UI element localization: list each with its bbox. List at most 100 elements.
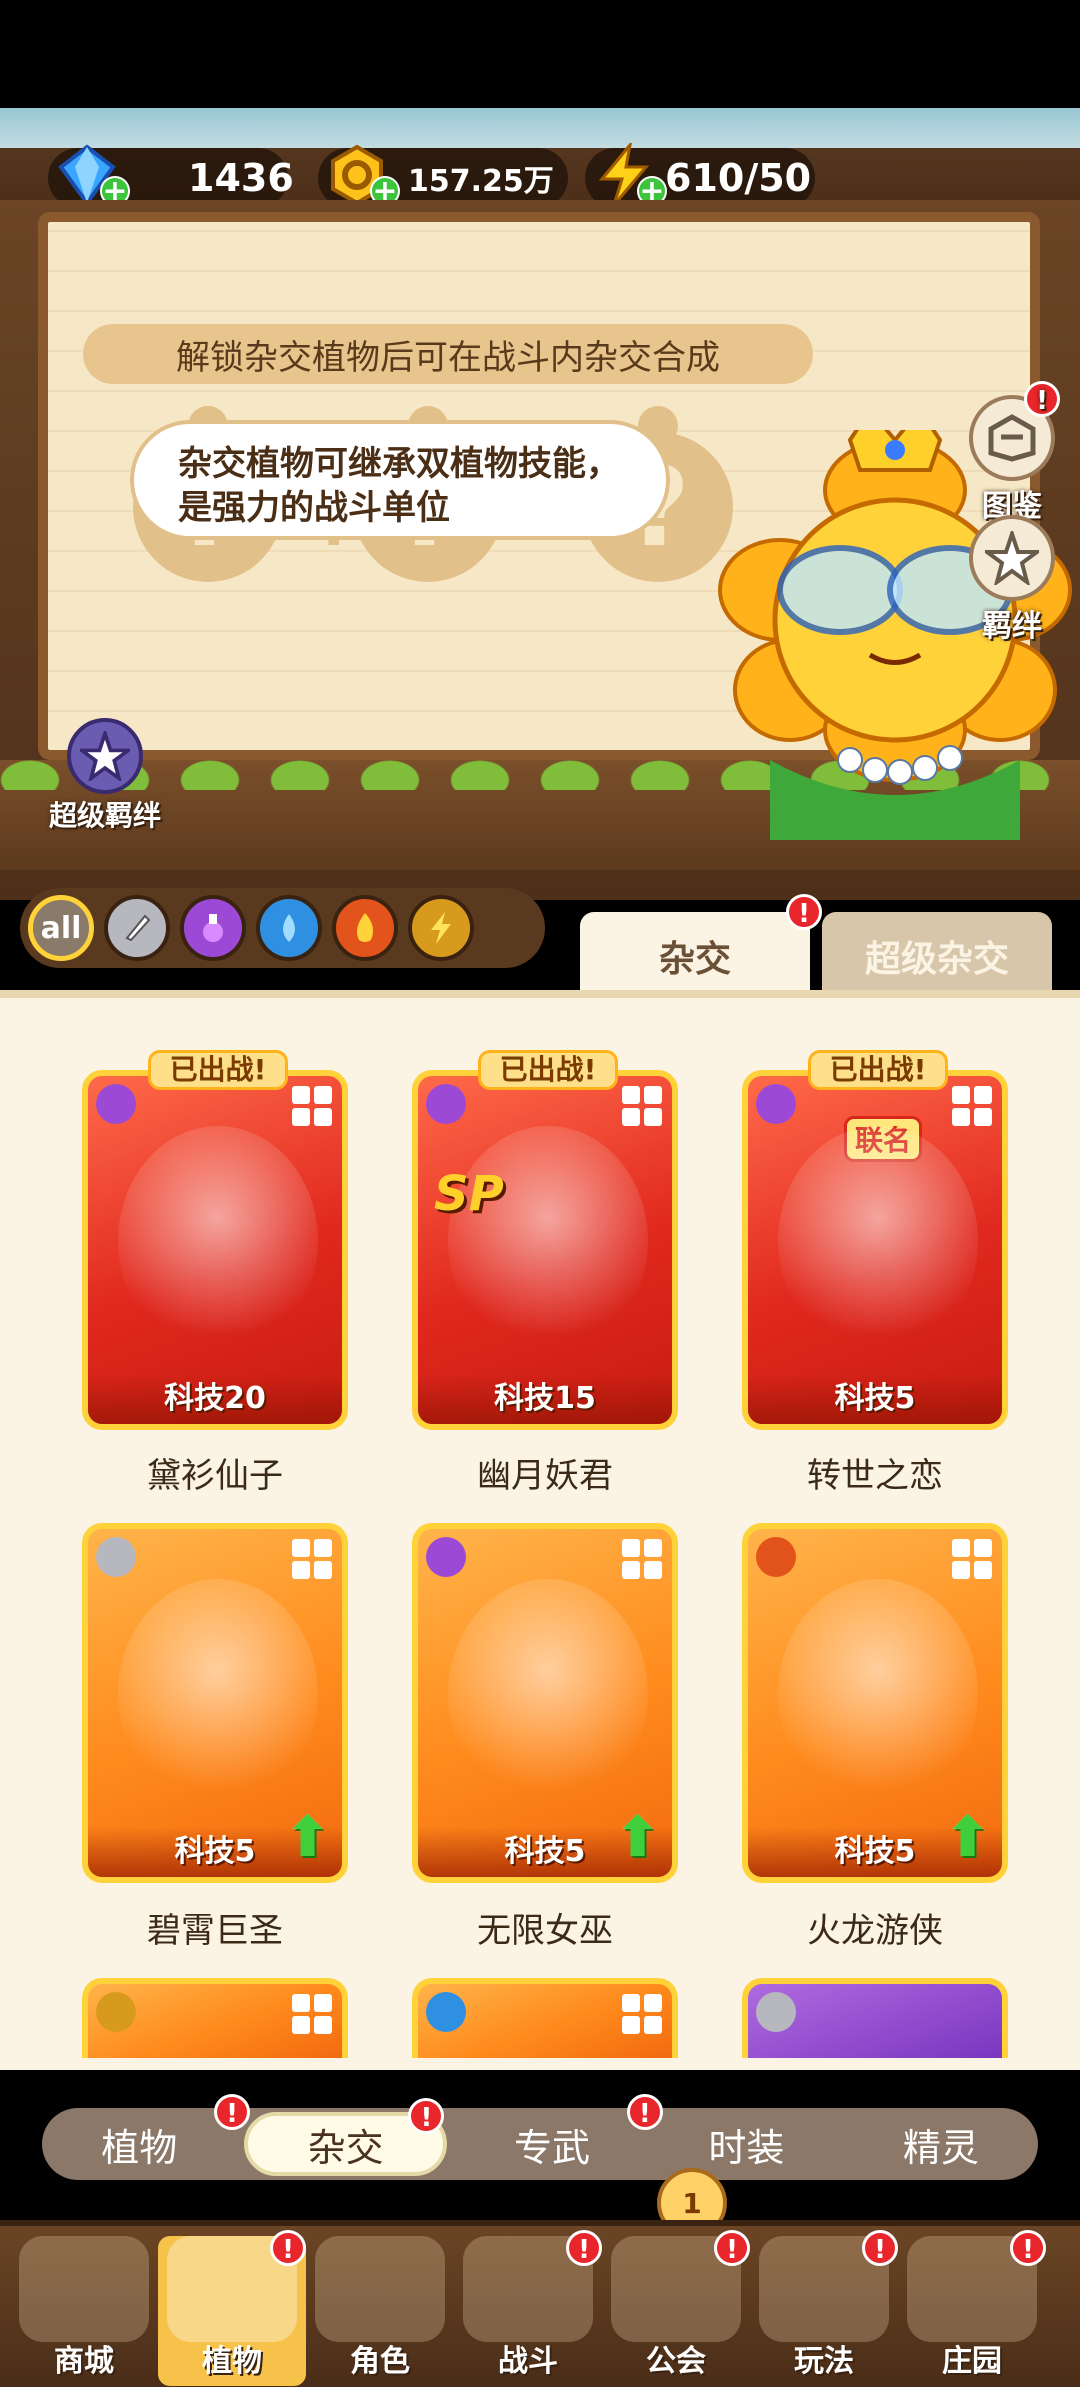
plant-name: 火龙游侠 xyxy=(807,1911,943,1951)
lightning-icon[interactable] xyxy=(408,895,474,961)
grid-icon xyxy=(622,1539,662,1579)
tab-hybrid-label: 杂交 xyxy=(658,939,731,980)
deployed-tag: 已出战! xyxy=(478,1050,618,1090)
tab-hybrid-section-label: 杂交 xyxy=(307,2125,384,2170)
character-art xyxy=(118,1579,318,1809)
nav-plants-label: 植物 xyxy=(202,2344,262,2379)
nav-gameplay[interactable]: 玩法 ! xyxy=(750,2230,898,2386)
tab-super-hybrid[interactable]: 超级杂交 xyxy=(822,912,1052,1000)
sword-icon xyxy=(96,1537,136,1577)
character-art xyxy=(448,1126,648,1356)
tab-plants[interactable]: 植物 ! xyxy=(42,2094,250,2180)
nav-character[interactable]: 角色 xyxy=(306,2236,454,2386)
plant-name: 幽月妖君 xyxy=(477,1456,613,1496)
plant-card[interactable]: SP 科技15 xyxy=(412,1070,678,1430)
sky-strip xyxy=(0,108,1080,148)
codex-button[interactable]: 图鉴 ! xyxy=(962,381,1062,524)
tab-plants-label: 植物 xyxy=(101,2125,178,2170)
plant-card[interactable]: 科技20 xyxy=(82,1070,348,1430)
character-art xyxy=(118,1126,318,1356)
upgrade-arrow-icon[interactable]: ⬆ xyxy=(944,1810,994,1869)
coin-counter[interactable]: + 157.25万 xyxy=(318,144,568,208)
grid-icon xyxy=(952,1086,992,1126)
nav-manor-label: 庄园 xyxy=(942,2344,1002,2379)
fire-icon[interactable] xyxy=(332,895,398,961)
bond-button[interactable]: 羁绊 xyxy=(962,515,1062,644)
nav-shop[interactable]: 商城 xyxy=(10,2236,158,2386)
tab-hybrid-section[interactable]: 杂交 ! xyxy=(244,2098,447,2176)
potion-icon xyxy=(756,1084,796,1124)
plants-alert-badge: ! xyxy=(214,2094,250,2130)
character-art xyxy=(448,1579,648,1809)
tab-fashion[interactable]: 时装 xyxy=(649,2108,843,2180)
tech-level: 科技5 xyxy=(748,1374,1002,1424)
potion-icon xyxy=(426,1537,466,1577)
element-filter-bar: all xyxy=(20,888,545,968)
speech-bubble: 杂交植物可继承双植物技能，是强力的战斗单位 xyxy=(130,420,670,540)
plant-card[interactable]: 科技5 ⬆ xyxy=(82,1523,348,1883)
plant-name: 转世之恋 xyxy=(807,1456,943,1496)
plant-card-panel: 科技20 已出战! 黛衫仙子 SP 科技15 已出战! 幽月妖君 联名 科技5 … xyxy=(0,990,1080,2070)
nav-plants[interactable]: 植物 ! xyxy=(158,2230,306,2386)
tech-level: 科技20 xyxy=(88,1374,342,1424)
tab-exclusive-weapon[interactable]: 专武 ! xyxy=(455,2094,663,2180)
gem-counter[interactable]: + 1436 xyxy=(48,144,294,208)
plant-name: 黛衫仙子 xyxy=(147,1456,283,1496)
sword-icon xyxy=(756,1992,796,2032)
upgrade-arrow-icon[interactable]: ⬆ xyxy=(614,1810,664,1869)
nav-shop-label: 商城 xyxy=(54,2344,114,2379)
potion-icon[interactable] xyxy=(180,895,246,961)
hybrid-section-alert-badge: ! xyxy=(408,2098,445,2134)
plant-card[interactable] xyxy=(412,1978,678,2058)
sword-icon[interactable] xyxy=(104,895,170,961)
nav-manor-alert-badge: ! xyxy=(1010,2230,1046,2266)
super-bond-label: 超级羁绊 xyxy=(48,799,161,832)
water-drop-icon[interactable] xyxy=(256,895,322,961)
nav-battle[interactable]: 战斗 ! xyxy=(454,2230,602,2386)
potion-icon xyxy=(426,1084,466,1124)
tab-spirit-label: 精灵 xyxy=(902,2125,979,2170)
nav-plants-alert-badge: ! xyxy=(270,2230,306,2266)
tab-fashion-label: 时装 xyxy=(708,2125,785,2170)
bond-label: 羁绊 xyxy=(982,609,1042,644)
energy-amount: 610/50 xyxy=(665,156,812,200)
bottom-navigation: 商城 植物 ! 角色 战斗 ! 公会 ! 玩法 ! 庄园 ! xyxy=(0,2220,1080,2387)
super-bond-button[interactable]: 超级羁绊 xyxy=(40,718,170,832)
plant-card[interactable]: 科技5 ⬆ xyxy=(742,1523,1008,1883)
fire-icon xyxy=(756,1537,796,1577)
nav-battle-alert-badge: ! xyxy=(566,2230,602,2266)
potion-icon xyxy=(96,1084,136,1124)
section-tab-bar: 植物 ! 杂交 ! 专武 ! 时装 精灵 xyxy=(42,2094,1038,2180)
tab-super-hybrid-label: 超级杂交 xyxy=(864,939,1009,980)
tab-exclusive-weapon-label: 专武 xyxy=(514,2125,591,2170)
grid-icon xyxy=(622,1994,662,2034)
water-drop-icon xyxy=(426,1992,466,2032)
filter-all[interactable]: all xyxy=(28,895,94,961)
energy-counter[interactable]: + 610/50 xyxy=(585,143,815,208)
coin-amount: 157.25万 xyxy=(408,164,554,199)
codex-alert-badge: ! xyxy=(1024,381,1060,417)
filter-all-label: all xyxy=(40,910,82,946)
plant-card[interactable] xyxy=(742,1978,1008,2058)
plant-card[interactable]: 联名 科技5 xyxy=(742,1070,1008,1430)
plant-name: 碧霄巨圣 xyxy=(147,1911,283,1951)
tab-hybrid[interactable]: 杂交 ! xyxy=(580,894,822,1000)
tech-level: 科技15 xyxy=(418,1374,672,1424)
nav-guild[interactable]: 公会 ! xyxy=(602,2230,750,2386)
shop-icon xyxy=(19,2236,149,2342)
plant-card[interactable] xyxy=(82,1978,348,2058)
star-icon xyxy=(969,515,1055,601)
nav-guild-label: 公会 xyxy=(646,2344,706,2379)
character-icon xyxy=(315,2236,445,2342)
deployed-tag: 已出战! xyxy=(808,1050,948,1090)
gem-amount: 1436 xyxy=(188,156,294,200)
plant-card[interactable]: 科技5 ⬆ xyxy=(412,1523,678,1883)
character-art xyxy=(778,1126,978,1356)
nav-character-label: 角色 xyxy=(350,2344,410,2379)
nav-manor[interactable]: 庄园 ! xyxy=(898,2230,1046,2386)
nav-gameplay-alert-badge: ! xyxy=(862,2230,898,2266)
grid-icon xyxy=(292,1994,332,2034)
character-art xyxy=(778,1579,978,1809)
upgrade-arrow-icon[interactable]: ⬆ xyxy=(284,1810,334,1869)
tab-spirit[interactable]: 精灵 xyxy=(844,2108,1038,2180)
